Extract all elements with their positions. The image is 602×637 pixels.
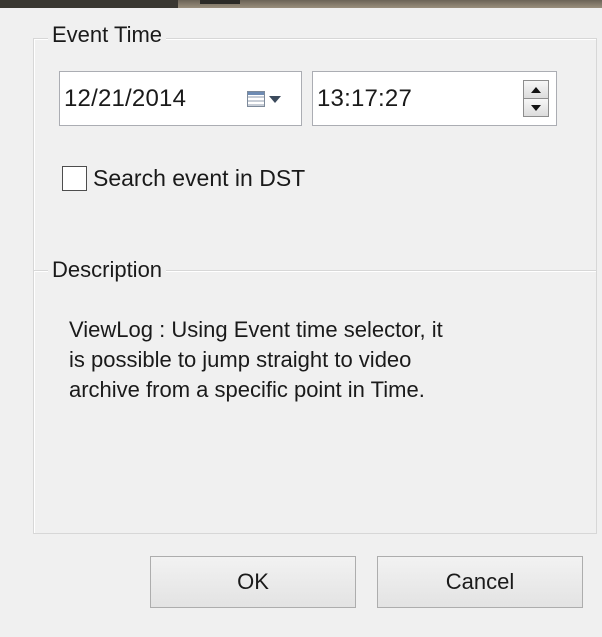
description-legend: Description bbox=[48, 257, 167, 283]
window-top-edge bbox=[0, 0, 602, 8]
search-dst-label[interactable]: Search event in DST bbox=[93, 165, 305, 192]
description-text: ViewLog : Using Event time selector, it … bbox=[69, 315, 569, 405]
dst-option: Search event in DST bbox=[62, 165, 305, 192]
arrow-up-icon bbox=[531, 86, 541, 93]
search-dst-checkbox[interactable] bbox=[62, 166, 87, 191]
description-line-2: is possible to jump straight to video bbox=[69, 347, 412, 372]
time-picker[interactable]: 13:17:27 bbox=[312, 71, 557, 126]
top-edge-dark-segment bbox=[0, 0, 178, 8]
calendar-dropdown-button[interactable] bbox=[247, 89, 287, 109]
event-time-legend: Event Time bbox=[48, 22, 167, 48]
ok-button[interactable]: OK bbox=[150, 556, 356, 608]
top-edge-notch bbox=[200, 0, 240, 4]
date-value[interactable]: 12/21/2014 bbox=[60, 85, 186, 113]
description-line-1: ViewLog : Using Event time selector, it bbox=[69, 317, 443, 342]
date-picker[interactable]: 12/21/2014 bbox=[59, 71, 302, 126]
time-increment-button[interactable] bbox=[523, 80, 549, 99]
chevron-down-icon bbox=[269, 95, 281, 103]
time-spinner bbox=[523, 80, 549, 117]
time-value[interactable]: 13:17:27 bbox=[313, 85, 412, 113]
calendar-icon bbox=[247, 91, 265, 107]
arrow-down-icon bbox=[531, 104, 541, 111]
time-decrement-button[interactable] bbox=[523, 99, 549, 117]
cancel-button[interactable]: Cancel bbox=[377, 556, 583, 608]
description-line-3: archive from a specific point in Time. bbox=[69, 377, 425, 402]
